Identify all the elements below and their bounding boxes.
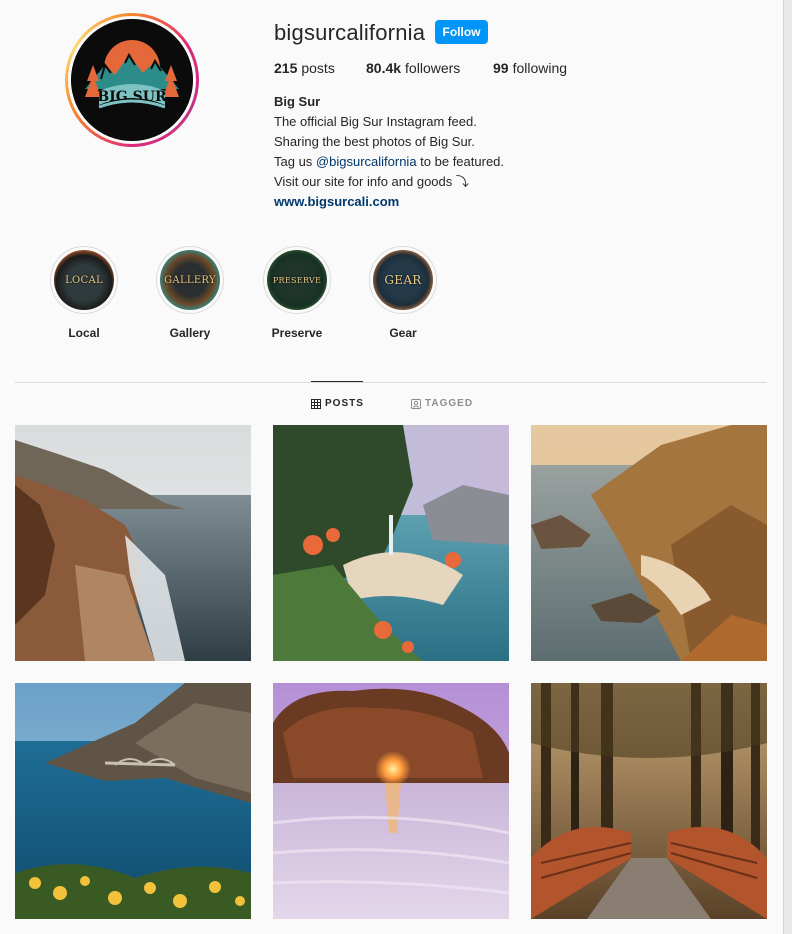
profile-avatar[interactable]: BIG SUR bbox=[71, 19, 193, 141]
highlight-cover: LOCAL bbox=[54, 250, 114, 310]
highlight-cover: PRESERVE bbox=[267, 250, 327, 310]
big-sur-logo: BIG SUR bbox=[71, 19, 193, 141]
posts-count: 215 posts bbox=[274, 60, 335, 76]
highlight-cover: GALLERY bbox=[160, 250, 220, 310]
forest-bridge-photo bbox=[531, 683, 767, 919]
profile-website-link[interactable]: www.bigsurcali.com bbox=[274, 192, 504, 212]
post-thumbnail[interactable] bbox=[531, 425, 767, 661]
highlight-label: Preserve bbox=[271, 326, 323, 340]
post-thumbnail[interactable] bbox=[531, 683, 767, 919]
bio-line: Tag us @bigsurcalifornia to be featured. bbox=[274, 154, 505, 169]
highlight-label: Gear bbox=[389, 326, 417, 340]
bio-line: Sharing the best photos of Big Sur. bbox=[274, 134, 475, 149]
highlight-label: Gallery bbox=[169, 326, 211, 340]
waterfall-beach-photo bbox=[273, 425, 509, 661]
highlight-gallery[interactable]: GALLERY Gallery bbox=[145, 246, 235, 340]
bio-mention-link[interactable]: @bigsurcalifornia bbox=[316, 154, 417, 169]
coastal-cliffs-photo bbox=[15, 425, 251, 661]
profile-bio: Big Sur The official Big Sur Instagram f… bbox=[274, 92, 504, 212]
tabs-divider bbox=[15, 382, 767, 383]
following-link[interactable]: 99 following bbox=[493, 60, 567, 76]
profile-page: BIG SUR bigsurcalifornia Follow 215 post… bbox=[0, 0, 784, 934]
follow-button[interactable]: Follow bbox=[435, 20, 488, 44]
highlight-label: Local bbox=[68, 326, 100, 340]
profile-stats: 215 posts 80.4k followers 99 following bbox=[274, 60, 567, 76]
highlight-preserve[interactable]: PRESERVE Preserve bbox=[252, 246, 342, 340]
tab-posts[interactable]: POSTS bbox=[311, 398, 364, 409]
profile-display-name: Big Sur bbox=[274, 94, 321, 109]
followers-link[interactable]: 80.4k followers bbox=[366, 60, 493, 76]
highlight-gear[interactable]: GEAR Gear bbox=[358, 246, 448, 340]
grid-icon bbox=[311, 398, 321, 409]
active-tab-indicator bbox=[311, 381, 363, 382]
profile-username: bigsurcalifornia bbox=[274, 20, 426, 45]
svg-text:BIG SUR: BIG SUR bbox=[97, 89, 167, 105]
keyhole-arch-photo bbox=[273, 683, 509, 919]
highlight-cover: GEAR bbox=[373, 250, 433, 310]
bio-line: Visit our site for info and goods ⤵ bbox=[274, 174, 469, 189]
profile-avatar-story-ring[interactable]: BIG SUR bbox=[65, 13, 199, 147]
post-thumbnail[interactable] bbox=[273, 425, 509, 661]
post-thumbnail[interactable] bbox=[15, 425, 251, 661]
tab-tagged[interactable]: TAGGED bbox=[411, 398, 473, 409]
tagged-person-icon bbox=[411, 398, 421, 409]
post-thumbnail[interactable] bbox=[273, 683, 509, 919]
golden-coastline-photo bbox=[531, 425, 767, 661]
bixby-bridge-photo bbox=[15, 683, 251, 919]
bio-line: The official Big Sur Instagram feed. bbox=[274, 114, 477, 129]
post-thumbnail[interactable] bbox=[15, 683, 251, 919]
highlight-local[interactable]: LOCAL Local bbox=[39, 246, 129, 340]
